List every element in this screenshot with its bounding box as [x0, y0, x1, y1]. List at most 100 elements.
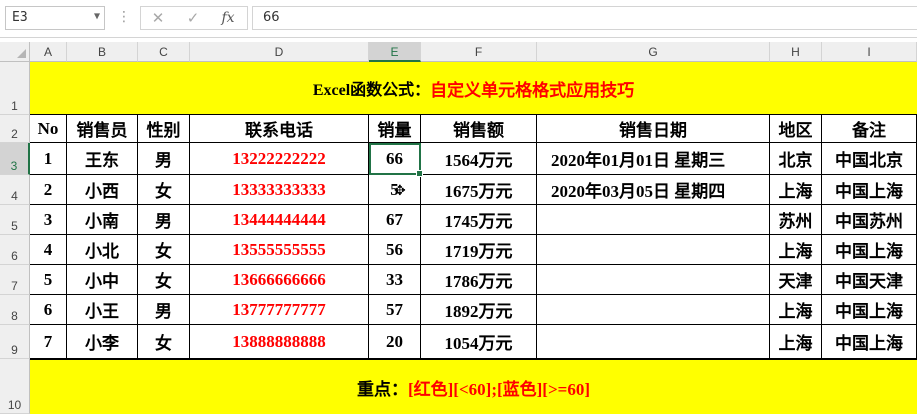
- table-cell-amount[interactable]: 1054万元: [421, 325, 537, 359]
- table-cell-date[interactable]: [537, 205, 770, 235]
- name-box-value: E3: [12, 10, 28, 25]
- table-cell-no[interactable]: 5: [30, 265, 67, 295]
- table-cell-phone[interactable]: 13777777777: [190, 295, 369, 325]
- table-cell-note[interactable]: 中国上海: [822, 175, 917, 205]
- table-cell-qty[interactable]: 67: [369, 205, 421, 235]
- table-cell-region[interactable]: 北京: [770, 143, 822, 175]
- column-header-i[interactable]: I: [822, 42, 917, 62]
- table-cell-phone[interactable]: 13555555555: [190, 235, 369, 265]
- table-cell-note[interactable]: 中国上海: [822, 325, 917, 359]
- table-cell-region[interactable]: 上海: [770, 235, 822, 265]
- sheet-title-prefix: Excel函数公式：: [312, 82, 431, 99]
- row-header-1[interactable]: 1: [0, 62, 30, 115]
- column-header-b[interactable]: B: [67, 42, 138, 62]
- table-cell-name[interactable]: 小李: [67, 325, 138, 359]
- table-cell-note[interactable]: 中国苏州: [822, 205, 917, 235]
- cancel-icon[interactable]: ✕: [143, 6, 173, 30]
- table-cell-region[interactable]: 苏州: [770, 205, 822, 235]
- table-cell-date[interactable]: [537, 325, 770, 359]
- table-header-cell[interactable]: 销量: [369, 115, 421, 143]
- table-header-cell[interactable]: 地区: [770, 115, 822, 143]
- table-cell-gender[interactable]: 女: [138, 175, 190, 205]
- table-cell-gender[interactable]: 男: [138, 205, 190, 235]
- table-cell-phone[interactable]: 13666666666: [190, 265, 369, 295]
- table-cell-gender[interactable]: 女: [138, 235, 190, 265]
- row-header-3[interactable]: 3: [0, 143, 30, 175]
- table-cell-region[interactable]: 上海: [770, 295, 822, 325]
- table-cell-no[interactable]: 6: [30, 295, 67, 325]
- row-header-5[interactable]: 5: [0, 205, 30, 235]
- table-cell-amount[interactable]: 1675万元: [421, 175, 537, 205]
- table-cell-phone[interactable]: 13888888888: [190, 325, 369, 359]
- formula-input[interactable]: 66: [252, 6, 917, 30]
- chevron-down-icon[interactable]: ▼: [94, 11, 100, 22]
- table-header-cell[interactable]: 备注: [822, 115, 917, 143]
- enter-icon[interactable]: ✓: [178, 6, 208, 30]
- row-header-6[interactable]: 6: [0, 235, 30, 265]
- column-header-d[interactable]: D: [190, 42, 369, 62]
- table-cell-qty[interactable]: 20: [369, 325, 421, 359]
- table-cell-gender[interactable]: 女: [138, 265, 190, 295]
- table-cell-date[interactable]: [537, 265, 770, 295]
- table-cell-amount[interactable]: 1892万元: [421, 295, 537, 325]
- table-header-cell[interactable]: No: [30, 115, 67, 143]
- column-header-a[interactable]: A: [30, 42, 67, 62]
- column-header-e[interactable]: E: [369, 42, 421, 62]
- table-cell-date[interactable]: [537, 295, 770, 325]
- table-header-cell[interactable]: 联系电话: [190, 115, 369, 143]
- table-cell-amount[interactable]: 1786万元: [421, 265, 537, 295]
- table-header-cell[interactable]: 销售额: [421, 115, 537, 143]
- table-cell-qty[interactable]: 33: [369, 265, 421, 295]
- table-cell-no[interactable]: 1: [30, 143, 67, 175]
- column-header-h[interactable]: H: [770, 42, 822, 62]
- table-cell-qty[interactable]: 57: [369, 295, 421, 325]
- table-cell-no[interactable]: 7: [30, 325, 67, 359]
- table-cell-note[interactable]: 中国上海: [822, 235, 917, 265]
- table-cell-name[interactable]: 小西: [67, 175, 138, 205]
- row-header-7[interactable]: 7: [0, 265, 30, 295]
- column-header-f[interactable]: F: [421, 42, 537, 62]
- table-cell-region[interactable]: 天津: [770, 265, 822, 295]
- table-cell-no[interactable]: 3: [30, 205, 67, 235]
- table-cell-date[interactable]: 2020年01月01日 星期三: [537, 143, 770, 175]
- table-cell-note[interactable]: 中国天津: [822, 265, 917, 295]
- table-cell-qty[interactable]: 56: [369, 235, 421, 265]
- table-cell-gender[interactable]: 女: [138, 325, 190, 359]
- row-header-2[interactable]: 2: [0, 115, 30, 143]
- cell-cursor-icon: ✥: [394, 183, 406, 199]
- table-cell-gender[interactable]: 男: [138, 295, 190, 325]
- table-cell-phone[interactable]: 13333333333: [190, 175, 369, 205]
- insert-function-icon[interactable]: fx: [213, 6, 243, 30]
- column-header-g[interactable]: G: [537, 42, 770, 62]
- table-cell-region[interactable]: 上海: [770, 175, 822, 205]
- table-cell-name[interactable]: 小北: [67, 235, 138, 265]
- table-cell-amount[interactable]: 1719万元: [421, 235, 537, 265]
- table-cell-name[interactable]: 王东: [67, 143, 138, 175]
- row-header-4[interactable]: 4: [0, 175, 30, 205]
- select-all-button[interactable]: [0, 42, 30, 62]
- table-cell-phone[interactable]: 13444444444: [190, 205, 369, 235]
- row-header-8[interactable]: 8: [0, 295, 30, 325]
- table-cell-amount[interactable]: 1745万元: [421, 205, 537, 235]
- column-header-c[interactable]: C: [138, 42, 190, 62]
- table-cell-note[interactable]: 中国上海: [822, 295, 917, 325]
- table-cell-date[interactable]: [537, 235, 770, 265]
- footer-highlight: [红色][<60];[蓝色][>=60]: [407, 379, 590, 399]
- table-cell-name[interactable]: 小南: [67, 205, 138, 235]
- table-header-cell[interactable]: 销售员: [67, 115, 138, 143]
- table-cell-region[interactable]: 上海: [770, 325, 822, 359]
- table-cell-no[interactable]: 4: [30, 235, 67, 265]
- row-header-10[interactable]: 10: [0, 359, 30, 414]
- name-box[interactable]: E3 ▼: [5, 6, 105, 30]
- row-header-9[interactable]: 9: [0, 325, 30, 359]
- table-cell-name[interactable]: 小王: [67, 295, 138, 325]
- table-cell-phone[interactable]: 13222222222: [190, 143, 369, 175]
- table-cell-gender[interactable]: 男: [138, 143, 190, 175]
- table-header-cell[interactable]: 销售日期: [537, 115, 770, 143]
- table-cell-note[interactable]: 中国北京: [822, 143, 917, 175]
- table-cell-date[interactable]: 2020年03月05日 星期四: [537, 175, 770, 205]
- table-cell-no[interactable]: 2: [30, 175, 67, 205]
- table-header-cell[interactable]: 性别: [138, 115, 190, 143]
- table-cell-name[interactable]: 小中: [67, 265, 138, 295]
- table-cell-amount[interactable]: 1564万元: [421, 143, 537, 175]
